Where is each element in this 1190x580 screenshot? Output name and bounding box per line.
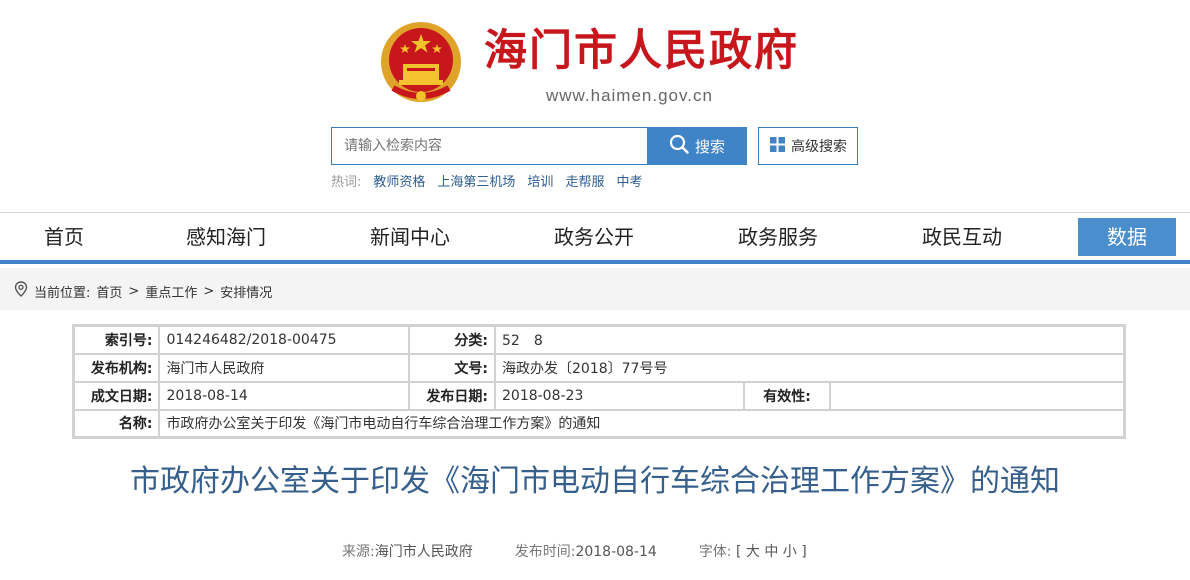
national-emblem-logo: [379, 20, 463, 106]
search-button[interactable]: 搜索: [647, 127, 747, 165]
hot-word-link[interactable]: 上海第三机场: [437, 171, 515, 190]
table-row: 名称: 市政府办公室关于印发《海门市电动自行车综合治理工作方案》的通知: [72, 408, 1126, 439]
advanced-search-button[interactable]: 高级搜索: [758, 127, 858, 165]
article-source: 来源:海门市人民政府: [342, 541, 473, 561]
time-value: 2018-08-14: [575, 544, 657, 560]
site-title: 海门市人民政府: [484, 26, 799, 76]
meta-value: 52 8: [494, 324, 1126, 355]
nav-item-data[interactable]: 数据: [1078, 218, 1176, 256]
meta-label: 有效性:: [743, 380, 831, 411]
breadcrumb-link-key-work[interactable]: 重点工作: [145, 282, 197, 301]
table-row: 发布机构: 海门市人民政府 文号: 海政办发〔2018〕77号号: [72, 352, 1126, 383]
search-input[interactable]: [331, 127, 647, 165]
nav-item-services[interactable]: 政务服务: [738, 213, 818, 261]
hot-word-link[interactable]: 中考: [616, 171, 642, 190]
nav-item-home[interactable]: 首页: [44, 213, 84, 261]
nav-item-gov-affairs[interactable]: 政务公开: [554, 213, 634, 261]
article-title: 市政府办公室关于印发《海门市电动自行车综合治理工作方案》的通知: [130, 464, 1060, 499]
advanced-search-label: 高级搜索: [791, 138, 847, 154]
font-label: 字体:: [698, 544, 732, 560]
meta-label: 名称:: [72, 408, 161, 439]
meta-value: 海政办发〔2018〕77号号: [494, 352, 1126, 383]
breadcrumb-separator: >: [203, 283, 215, 299]
source-value: 海门市人民政府: [374, 544, 473, 560]
location-pin-icon: [14, 281, 28, 301]
meta-value: 014246482/2018-00475: [158, 324, 411, 355]
meta-label: 文号:: [408, 352, 496, 383]
meta-value: 海门市人民政府: [158, 352, 411, 383]
breadcrumb-separator: >: [128, 283, 140, 299]
hot-word-link[interactable]: 教师资格: [373, 171, 425, 190]
table-row: 成文日期: 2018-08-14 发布日期: 2018-08-23 有效性:: [72, 380, 1126, 411]
meta-label: 分类:: [408, 324, 496, 355]
main-nav: 首页 感知海门 新闻中心 政务公开 政务服务 政民互动 数据: [0, 212, 1190, 264]
search-button-label: 搜索: [694, 138, 725, 156]
breadcrumb: 当前位置: 首页 > 重点工作 > 安排情况: [14, 281, 272, 301]
article-time: 发布时间:2018-08-14: [515, 541, 657, 561]
meta-value: 市政府办公室关于印发《海门市电动自行车综合治理工作方案》的通知: [158, 408, 1126, 439]
meta-label: 索引号:: [72, 324, 161, 355]
document-meta-table: 索引号: 014246482/2018-00475 分类: 52 8 发布机构:…: [72, 324, 1126, 439]
meta-value: 2018-08-14: [158, 380, 411, 411]
article-font-size: 字体: [ 大 中 小 ]: [699, 541, 807, 561]
meta-label: 发布日期:: [408, 380, 496, 411]
hot-word-link[interactable]: 培训: [527, 171, 553, 190]
search-icon: [669, 134, 689, 158]
nav-item-interaction[interactable]: 政民互动: [922, 213, 1002, 261]
site-url: www.haimen.gov.cn: [546, 86, 713, 105]
table-row: 索引号: 014246482/2018-00475 分类: 52 8: [72, 324, 1126, 355]
font-size-controls[interactable]: [ 大 中 小 ]: [736, 544, 807, 560]
nav-item-about[interactable]: 感知海门: [186, 213, 266, 261]
meta-label: 成文日期:: [72, 380, 161, 411]
source-label: 来源:: [342, 544, 375, 560]
nav-item-news[interactable]: 新闻中心: [370, 213, 450, 261]
hot-words: 热词: 教师资格 上海第三机场 培训 走帮服 中考: [331, 171, 642, 190]
time-label: 发布时间:: [514, 544, 576, 560]
hot-words-label: 热词:: [331, 175, 362, 190]
meta-value: [829, 380, 1126, 411]
grid-icon: [769, 136, 786, 156]
breadcrumb-label: 当前位置:: [34, 285, 91, 301]
hot-word-link[interactable]: 走帮服: [565, 171, 604, 190]
article-info: 来源:海门市人民政府 发布时间:2018-08-14 字体: [ 大 中 小 ]: [342, 541, 807, 561]
breadcrumb-link-home[interactable]: 首页: [96, 282, 122, 301]
meta-value: 2018-08-23: [493, 380, 746, 411]
breadcrumb-link-arrangement[interactable]: 安排情况: [220, 282, 272, 301]
meta-label: 发布机构:: [72, 352, 161, 383]
